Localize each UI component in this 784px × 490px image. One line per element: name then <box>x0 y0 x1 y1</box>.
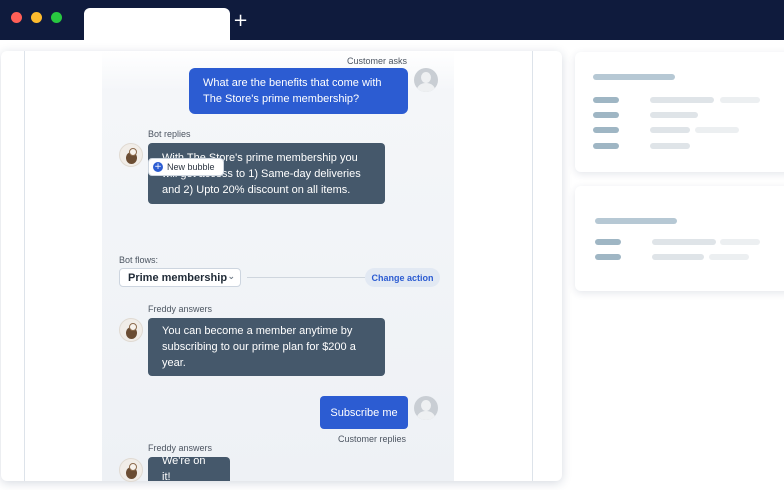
skeleton-bar <box>593 74 675 80</box>
skeleton-bar <box>650 143 690 149</box>
skeleton-bar <box>709 254 749 260</box>
customer-avatar <box>414 396 438 420</box>
customer-asks-label: Customer asks <box>347 56 408 66</box>
flow-select-value: Prime membership <box>128 271 228 284</box>
new-bubble-label: New bubble <box>167 162 215 172</box>
change-action-button[interactable]: Change action <box>365 268 440 287</box>
bot-avatar <box>119 318 143 342</box>
browser-tab[interactable] <box>84 8 230 40</box>
customer-replies-label: Customer replies <box>338 434 407 444</box>
message-line: The Store's prime membership? <box>203 93 360 105</box>
close-window-icon[interactable] <box>11 12 22 23</box>
skeleton-bar <box>650 112 698 118</box>
skeleton-bar <box>593 112 619 118</box>
maximize-window-icon[interactable] <box>51 12 62 23</box>
bot-avatar <box>119 458 143 482</box>
message-line: and 2) Upto 20% discount on all items. <box>162 183 351 196</box>
message-line: subscribing to our prime plan for $200 a <box>162 341 356 353</box>
customer-reply-bubble: Subscribe me <box>320 396 408 429</box>
flow-connector <box>247 277 365 278</box>
skeleton-bar <box>695 127 739 133</box>
skeleton-bar <box>595 239 621 245</box>
divider <box>532 51 533 481</box>
placeholder-card <box>575 52 784 172</box>
placeholder-card <box>575 186 784 291</box>
bot-replies-label: Bot replies <box>148 129 191 139</box>
freddy-answers-label: Freddy answers <box>148 443 213 453</box>
freddy-answers-label: Freddy answers <box>148 304 213 314</box>
bot-flows-label: Bot flows: <box>119 255 159 265</box>
divider <box>24 51 25 481</box>
skeleton-bar <box>593 127 619 133</box>
skeleton-bar <box>595 254 621 260</box>
bot-avatar <box>119 143 143 167</box>
customer-question-bubble: What are the benefits that come with The… <box>189 68 408 114</box>
skeleton-bar <box>720 239 760 245</box>
skeleton-bar <box>593 97 619 103</box>
new-bubble-button[interactable]: + New bubble <box>148 158 224 176</box>
message-line: What are the benefits that come with <box>203 77 382 89</box>
minimize-window-icon[interactable] <box>31 12 42 23</box>
freddy-answer-bubble: You can become a member anytime by subsc… <box>148 318 385 376</box>
skeleton-bar <box>720 97 760 103</box>
chevron-down-icon: ⌄ <box>227 272 235 282</box>
freddy-answer-bubble: We're on it! <box>148 455 230 483</box>
skeleton-bar <box>650 127 690 133</box>
skeleton-bar <box>595 218 677 224</box>
skeleton-bar <box>593 143 619 149</box>
message-line: year. <box>162 357 186 369</box>
skeleton-bar <box>652 254 704 260</box>
browser-titlebar: + <box>0 0 784 40</box>
skeleton-bar <box>652 239 716 245</box>
flow-select[interactable]: Prime membership ⌄ <box>119 268 241 287</box>
new-tab-button[interactable]: + <box>233 12 248 30</box>
message-line: You can become a member anytime by <box>162 325 353 337</box>
plus-icon: + <box>153 162 163 172</box>
skeleton-bar <box>650 97 714 103</box>
customer-avatar <box>414 68 438 92</box>
